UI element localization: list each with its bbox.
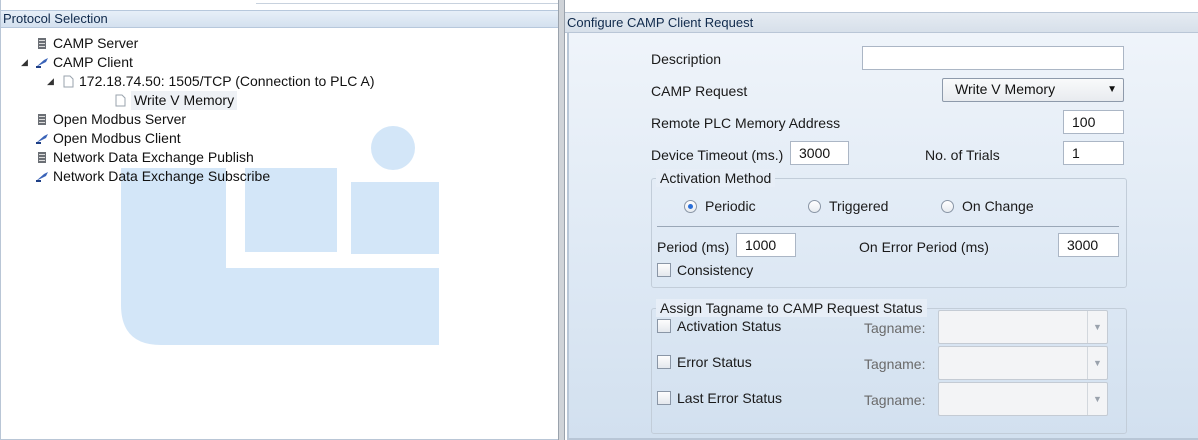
dropdown-arrow-icon: ▼ bbox=[1107, 84, 1117, 95]
protocol-selection-header: Protocol Selection bbox=[1, 10, 558, 28]
client-icon bbox=[35, 56, 49, 70]
triggered-radio[interactable]: Triggered bbox=[808, 198, 888, 214]
dropdown-arrow-icon: ▼ bbox=[1087, 383, 1107, 415]
consistency-checkbox[interactable]: Consistency bbox=[657, 262, 753, 278]
consistency-label: Consistency bbox=[677, 262, 754, 278]
error-period-label: On Error Period (ms) bbox=[859, 239, 989, 255]
checkbox-icon bbox=[657, 263, 671, 277]
panel-splitter[interactable] bbox=[558, 0, 565, 440]
radio-icon bbox=[941, 199, 954, 213]
trials-label: No. of Trials bbox=[925, 147, 1000, 163]
triggered-label: Triggered bbox=[829, 198, 889, 214]
tree-item-label: CAMP Server bbox=[53, 35, 139, 51]
tree-item-label: Network Data Exchange Subscribe bbox=[53, 168, 271, 184]
activation-status-label: Activation Status bbox=[677, 318, 782, 334]
radio-selected-icon bbox=[684, 199, 697, 213]
server-icon bbox=[35, 151, 49, 165]
document-icon bbox=[113, 94, 127, 108]
tree-item-label: 172.18.74.50: 1505/TCP (Connection to PL… bbox=[79, 73, 375, 89]
tree-item-label: Open Modbus Server bbox=[53, 111, 187, 127]
periodic-label: Periodic bbox=[705, 198, 756, 214]
tagname-label: Tagname: bbox=[864, 356, 926, 372]
tree-item-write-v-memory[interactable]: Write V Memory bbox=[113, 91, 238, 110]
last-error-status-checkbox[interactable]: Last Error Status bbox=[657, 390, 782, 406]
period-input[interactable] bbox=[736, 233, 796, 257]
device-timeout-label: Device Timeout (ms.) bbox=[651, 147, 784, 163]
tree-item-label: Open Modbus Client bbox=[53, 130, 181, 146]
top-divider bbox=[256, 3, 558, 4]
server-icon bbox=[35, 37, 49, 51]
configure-request-panel: Configure CAMP Client Request Descriptio… bbox=[565, 0, 1198, 440]
radio-icon bbox=[808, 199, 821, 213]
on-change-radio[interactable]: On Change bbox=[941, 198, 1034, 214]
expand-arrow-icon[interactable]: ◢ bbox=[47, 72, 61, 91]
description-input[interactable] bbox=[862, 46, 1124, 70]
checkbox-icon bbox=[657, 391, 671, 405]
activation-separator bbox=[657, 226, 1119, 227]
expand-arrow-icon[interactable]: ◢ bbox=[21, 53, 35, 72]
remote-address-input[interactable] bbox=[1063, 110, 1124, 134]
tree-item-nde-subscribe[interactable]: Network Data Exchange Subscribe bbox=[35, 167, 270, 186]
tree-item-open-modbus-server[interactable]: Open Modbus Server bbox=[35, 110, 186, 129]
document-icon bbox=[61, 75, 75, 89]
tree-item-label: Network Data Exchange Publish bbox=[53, 149, 254, 165]
dropdown-arrow-icon: ▼ bbox=[1087, 311, 1107, 343]
error-status-checkbox[interactable]: Error Status bbox=[657, 354, 752, 370]
tree-item-nde-publish[interactable]: Network Data Exchange Publish bbox=[35, 148, 254, 167]
request-form: Description CAMP Request Write V Memory … bbox=[567, 33, 1198, 440]
on-change-label: On Change bbox=[962, 198, 1034, 214]
activation-status-checkbox[interactable]: Activation Status bbox=[657, 318, 781, 334]
tree-item-label: Write V Memory bbox=[131, 91, 238, 110]
tagname-label: Tagname: bbox=[864, 392, 926, 408]
tree-item-connection[interactable]: ◢ 172.18.74.50: 1505/TCP (Connection to … bbox=[47, 72, 375, 91]
tree-item-open-modbus-client[interactable]: Open Modbus Client bbox=[35, 129, 181, 148]
server-icon bbox=[35, 113, 49, 127]
assign-tagname-title: Assign Tagname to CAMP Request Status bbox=[656, 299, 927, 317]
last-error-status-tagname-combo[interactable]: ▼ bbox=[938, 382, 1108, 416]
camp-request-value: Write V Memory bbox=[955, 81, 1056, 97]
protocol-selection-panel: Protocol Selection CAMP Server ◢ CAMP Cl… bbox=[0, 0, 558, 440]
remote-address-label: Remote PLC Memory Address bbox=[651, 115, 841, 131]
description-label: Description bbox=[651, 51, 722, 67]
activation-status-tagname-combo[interactable]: ▼ bbox=[938, 310, 1108, 344]
error-period-input[interactable] bbox=[1058, 233, 1119, 257]
last-error-status-label: Last Error Status bbox=[677, 390, 783, 406]
client-icon bbox=[35, 170, 49, 184]
checkbox-icon bbox=[657, 355, 671, 369]
error-status-label: Error Status bbox=[677, 354, 752, 370]
error-status-tagname-combo[interactable]: ▼ bbox=[938, 346, 1108, 380]
tree-item-camp-client[interactable]: ◢ CAMP Client bbox=[21, 53, 133, 72]
device-timeout-input[interactable] bbox=[790, 141, 849, 165]
tagname-label: Tagname: bbox=[864, 320, 926, 336]
camp-request-select[interactable]: Write V Memory ▼ bbox=[942, 78, 1124, 102]
dropdown-arrow-icon: ▼ bbox=[1087, 347, 1107, 379]
tree-item-camp-server[interactable]: CAMP Server bbox=[35, 34, 138, 53]
trials-input[interactable] bbox=[1063, 141, 1124, 165]
periodic-radio[interactable]: Periodic bbox=[684, 198, 756, 214]
tree-item-label: CAMP Client bbox=[53, 54, 133, 70]
checkbox-icon bbox=[657, 319, 671, 333]
camp-request-label: CAMP Request bbox=[651, 83, 748, 99]
activation-method-title: Activation Method bbox=[656, 169, 776, 187]
client-icon bbox=[35, 132, 49, 146]
configure-request-header: Configure CAMP Client Request bbox=[565, 12, 1198, 33]
period-label: Period (ms) bbox=[657, 239, 730, 255]
